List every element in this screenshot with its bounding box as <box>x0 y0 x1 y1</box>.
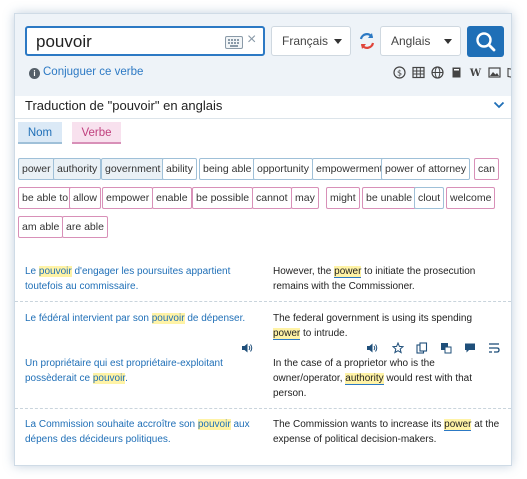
translation-chip[interactable]: being able <box>199 158 256 180</box>
info-icon: i <box>29 68 40 79</box>
conjugate-link[interactable]: i Conjuguer ce verbe <box>29 66 143 79</box>
translate-icon[interactable] <box>440 342 452 354</box>
example-source: La Commission souhaite accroître son pou… <box>25 419 250 445</box>
example-target: In the case of a proprietor who is the o… <box>273 358 472 399</box>
translation-chip[interactable]: cannot <box>252 187 292 209</box>
search-input[interactable]: pouvoir <box>36 32 92 52</box>
example-target: The Commission wants to increase its pow… <box>273 419 500 445</box>
image-icon[interactable] <box>488 66 501 79</box>
translation-chip[interactable]: opportunity <box>253 158 313 180</box>
search-icon <box>476 32 496 52</box>
speaker-icon[interactable] <box>366 342 378 354</box>
translation-title: Traduction de "pouvoir" en anglais <box>25 98 223 113</box>
chevron-down-icon[interactable] <box>493 100 505 110</box>
chevron-down-icon <box>334 39 342 44</box>
translation-chip[interactable]: power <box>18 158 55 180</box>
copy-icon[interactable] <box>416 342 428 354</box>
translation-chip[interactable]: ability <box>162 158 197 180</box>
example-source: Le pouvoir d'engager les poursuites appa… <box>25 266 231 292</box>
translation-chip[interactable]: welcome <box>446 187 496 209</box>
globe-icon[interactable] <box>431 66 444 79</box>
search-button[interactable] <box>467 26 504 57</box>
source-language-select[interactable]: Français <box>271 26 351 56</box>
translation-chip[interactable]: are able <box>62 216 108 238</box>
search-field[interactable]: pouvoir × <box>25 26 265 56</box>
translation-chip[interactable]: enable <box>152 187 192 209</box>
keyboard-icon[interactable] <box>225 36 243 49</box>
translation-header[interactable]: Traduction de "pouvoir" en anglais <box>15 96 511 119</box>
swap-languages-icon[interactable] <box>357 31 377 51</box>
tab-noun[interactable]: Nom <box>18 122 62 144</box>
wrap-text-icon[interactable] <box>488 342 500 354</box>
translation-chip[interactable]: empower <box>102 187 154 209</box>
source-language-label: Français <box>282 34 329 48</box>
table-icon[interactable] <box>412 66 425 79</box>
translation-chip[interactable]: can <box>474 158 499 180</box>
translation-chip[interactable]: might <box>326 187 360 209</box>
translation-chip[interactable]: clout <box>414 187 445 209</box>
translation-chip[interactable]: may <box>291 187 319 209</box>
wikipedia-icon[interactable]: W <box>469 66 482 79</box>
example-source: Le fédéral intervient par son pouvoir de… <box>25 313 246 324</box>
comment-icon[interactable] <box>464 342 476 354</box>
translation-chip[interactable]: empowerment <box>312 158 387 180</box>
translation-chip[interactable]: be unable <box>362 187 417 209</box>
translation-chip[interactable]: be able to <box>18 187 73 209</box>
book-icon[interactable] <box>450 66 463 79</box>
translation-chip[interactable]: power of attorney <box>381 158 471 180</box>
target-language-select[interactable]: Anglais <box>380 26 461 56</box>
divider <box>15 408 511 409</box>
example-target: The federal government is using its spen… <box>273 313 473 340</box>
chevron-down-icon <box>444 39 452 44</box>
svg-text:$: $ <box>397 69 402 78</box>
speaker-icon[interactable] <box>241 342 253 354</box>
translation-chip[interactable]: be possible <box>192 187 254 209</box>
translation-panel: pouvoir × Français Anglais i Conjuguer c… <box>14 13 512 466</box>
divider <box>15 301 511 302</box>
tab-verb[interactable]: Verbe <box>72 122 121 144</box>
translation-chip[interactable]: am able <box>18 216 64 238</box>
star-icon[interactable] <box>392 342 404 354</box>
translation-chip[interactable]: government <box>101 158 165 180</box>
target-language-label: Anglais <box>391 34 431 48</box>
example-target: However, the power to initiate the prose… <box>273 266 476 292</box>
example-source: Un propriétaire qui est propriétaire-exp… <box>25 358 223 384</box>
svg-text:W: W <box>469 68 482 79</box>
clear-icon[interactable]: × <box>247 31 256 49</box>
conjugate-label: Conjuguer ce verbe <box>43 66 144 78</box>
dollar-icon[interactable]: $ <box>393 66 406 79</box>
search-header: pouvoir × Français Anglais i Conjuguer c… <box>15 14 511 96</box>
open-book-icon[interactable] <box>507 66 512 79</box>
translation-chip[interactable]: authority <box>53 158 102 180</box>
translation-chip[interactable]: allow <box>69 187 101 209</box>
